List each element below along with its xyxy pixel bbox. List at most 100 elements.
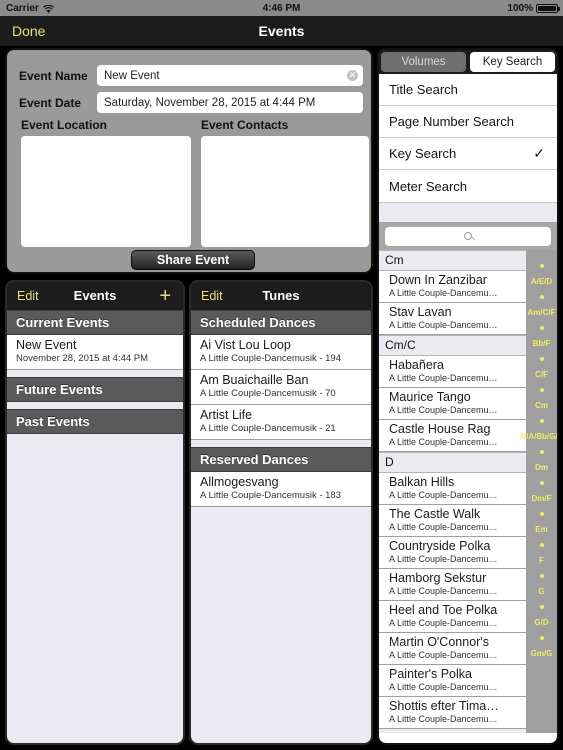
list-item[interactable]: Painter's Polka A Little Couple-Dancemu… — [379, 665, 526, 697]
index-label[interactable]: G — [538, 587, 544, 596]
section-gap — [191, 440, 371, 447]
index-dot-icon[interactable] — [539, 326, 544, 330]
list-item-subtitle: November 28, 2015 at 4:44 PM — [16, 353, 149, 364]
event-contacts-label: Event Contacts — [201, 118, 289, 132]
event-name-input[interactable]: New Event ✕ — [97, 65, 363, 86]
list-item-subtitle: A Little Couple-Dancemu… — [389, 437, 498, 447]
index-label[interactable]: A/E/D — [531, 277, 552, 286]
index-label[interactable]: Gm/G — [531, 649, 553, 658]
section-header: Current Events — [7, 310, 183, 335]
index-label[interactable]: C/F — [535, 370, 548, 379]
index-label[interactable]: Em — [535, 525, 547, 534]
index-label[interactable]: D/A/Bb/G/F — [520, 432, 557, 441]
tunes-list-body[interactable]: Scheduled Dances Ai Vist Lou Loop A Little… — [191, 310, 371, 743]
segment-volumes[interactable]: Volumes — [381, 52, 466, 72]
section-index-strip[interactable]: A/E/D Am/C/F Bb/F C/F Cm D/A/Bb/G/F Dm Dm/F Em F G… — [520, 250, 557, 733]
event-date-input[interactable]: Saturday, November 28, 2015 at 4:44 PM — [97, 92, 363, 113]
list-item[interactable]: Ai Vist Lou Loop A Little Couple-Dancemus… — [191, 335, 371, 370]
list-item[interactable]: Countryside Polka A Little Couple-Dancemu… — [379, 537, 526, 569]
list-item[interactable]: Am Buaichaille Ban A Little Couple-Dancem… — [191, 370, 371, 405]
list-item[interactable]: Castle House Rag A Little Couple-Dancemu… — [379, 420, 526, 452]
events-list-panel: Edit Events + Current Events New Event Nov… — [5, 280, 185, 745]
list-item[interactable]: Balkan Hills A Little Couple-Dancemu… — [379, 473, 526, 505]
list-item[interactable]: Stav Lavan A Little Couple-Dancemu… — [379, 303, 526, 335]
share-event-button[interactable]: Share Event — [131, 250, 255, 270]
list-item-subtitle: A Little Couple-Dancemusik - 21 — [200, 423, 336, 434]
option-key-search[interactable]: Key Search ✓ — [379, 138, 557, 170]
list-item-subtitle: A Little Couple-Dancemu… — [389, 288, 498, 298]
event-contacts-input[interactable] — [201, 136, 369, 247]
index-label[interactable]: G/D — [534, 618, 548, 627]
section-gap — [7, 370, 183, 377]
index-label[interactable]: Dm/F — [532, 494, 552, 503]
option-title-search[interactable]: Title Search — [379, 74, 557, 106]
list-item-title: Heel and Toe Polka — [389, 603, 498, 617]
clear-icon[interactable]: ✕ — [347, 70, 358, 81]
list-item-title: Habañera — [389, 358, 444, 372]
list-item[interactable]: Heel and Toe Polka A Little Couple-Dancem… — [379, 601, 526, 633]
section-header: Past Events — [7, 409, 183, 434]
events-list-body[interactable]: Current Events New Event November 28, 2015… — [7, 310, 183, 743]
index-dot-icon[interactable] — [539, 636, 544, 640]
index-dot-icon[interactable] — [539, 481, 544, 485]
list-item-subtitle: A Little Couple-Dancemu… — [389, 373, 498, 383]
plus-icon[interactable]: + — [159, 284, 171, 308]
index-dot-icon[interactable] — [539, 419, 544, 423]
list-item-subtitle: A Little Couple-Dancemu… — [389, 618, 498, 628]
list-item-title: Artist Life — [200, 408, 253, 422]
list-item-title: New Event — [16, 338, 77, 352]
option-meter-search[interactable]: Meter Search — [379, 170, 557, 202]
list-item[interactable]: Martin O'Connor's A Little Couple-Dancemu… — [379, 633, 526, 665]
app-screen: Carrier 4:46 PM 100% Done Events Event N… — [0, 0, 563, 750]
index-dot-icon[interactable] — [539, 295, 544, 299]
index-label[interactable]: Bb/F — [533, 339, 551, 348]
search-options-list[interactable]: Title Search Page Number Search Key Search… — [379, 74, 557, 202]
key-results-area: Cm Down In Zanzibar A Little Couple-Dancem… — [379, 250, 557, 733]
list-item[interactable]: Down In Zanzibar A Little Couple-Dancemu… — [379, 271, 526, 303]
index-label[interactable]: Cm — [535, 401, 548, 410]
list-item-subtitle: A Little Couple-Dancemu… — [389, 490, 498, 500]
search-panel: Volumes Key Search Title Search Page Numbe… — [377, 48, 559, 745]
option-label: Key Search — [389, 146, 457, 161]
option-page-number-search[interactable]: Page Number Search — [379, 106, 557, 138]
index-label[interactable]: Am/C/F — [528, 308, 556, 317]
list-item-subtitle: A Little Couple-Dancemusik - 70 — [200, 388, 336, 399]
option-label: Page Number Search — [389, 114, 515, 129]
key-results-list[interactable]: Cm Down In Zanzibar A Little Couple-Dancem… — [379, 250, 526, 729]
search-mode-segmented-control[interactable]: Volumes Key Search — [379, 50, 557, 74]
event-name-value: New Event — [104, 69, 160, 82]
list-item-subtitle: A Little Couple-Dancemusik - 183 — [200, 490, 341, 501]
index-dot-icon[interactable] — [539, 512, 544, 516]
tunes-toolbar: Edit Tunes — [191, 282, 371, 310]
battery-icon — [536, 3, 560, 13]
index-dot-icon[interactable] — [539, 357, 544, 361]
list-item[interactable]: Maurice Tango A Little Couple-Dancemu… — [379, 388, 526, 420]
events-toolbar: Edit Events + — [7, 282, 183, 310]
list-item[interactable]: The Castle Walk A Little Couple-Dancemu… — [379, 505, 526, 537]
list-item[interactable]: Habañera A Little Couple-Dancemu… — [379, 356, 526, 388]
index-dot-icon[interactable] — [539, 543, 544, 547]
list-item-subtitle: A Little Couple-Dancemu… — [389, 522, 498, 532]
list-item[interactable]: Shottis efter Tima… A Little Couple-Dance… — [379, 697, 526, 729]
search-input[interactable] — [385, 226, 551, 246]
index-dot-icon[interactable] — [539, 388, 544, 392]
options-spacer — [379, 202, 557, 222]
section-gap — [7, 402, 183, 409]
list-item[interactable]: Hamborg Sekstur A Little Couple-Dancemu… — [379, 569, 526, 601]
tunes-list-panel: Edit Tunes Scheduled Dances Ai Vist Lou L… — [189, 280, 373, 745]
index-dot-icon[interactable] — [539, 605, 544, 609]
option-label: Meter Search — [389, 178, 468, 194]
index-dot-icon[interactable] — [539, 264, 544, 268]
list-item[interactable]: New Event November 28, 2015 at 4:44 PM — [7, 335, 183, 370]
list-item[interactable]: Allmogesvang A Little Couple-Dancemusik -… — [191, 472, 371, 507]
list-item-title: Stav Lavan — [389, 305, 452, 319]
event-date-row: Event Date Saturday, November 28, 2015 a… — [19, 92, 364, 113]
event-location-input[interactable] — [21, 136, 191, 247]
event-date-label: Event Date — [19, 95, 82, 110]
index-label[interactable]: F — [539, 556, 544, 565]
index-dot-icon[interactable] — [539, 450, 544, 454]
index-dot-icon[interactable] — [539, 574, 544, 578]
list-item[interactable]: Artist Life A Little Couple-Dancemusik - … — [191, 405, 371, 440]
segment-key-search[interactable]: Key Search — [470, 52, 555, 72]
index-label[interactable]: Dm — [535, 463, 548, 472]
